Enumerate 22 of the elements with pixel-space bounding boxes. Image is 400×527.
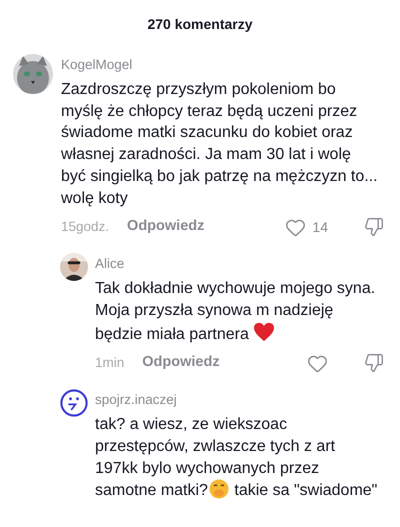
- dislike-button[interactable]: [364, 353, 384, 374]
- like-button[interactable]: [307, 352, 328, 374]
- heart-emoji-icon: [253, 322, 276, 342]
- avatar-icon: [60, 389, 88, 418]
- author-name[interactable]: Alice: [95, 255, 124, 274]
- comments-count: 270 komentarzy: [147, 14, 253, 34]
- thumbs-down-icon: [364, 217, 384, 238]
- heart-icon: [307, 352, 328, 374]
- comment-text: Tak dokładnie wychowuje mojego syna. Moja przyszła synowa m nadzieję będzie miała partnera: [95, 279, 376, 345]
- reply-button[interactable]: Odpowiedz: [142, 352, 220, 374]
- author-name[interactable]: KogelMogel: [61, 56, 132, 74]
- comment-text: tak? a wiesz, ze wiekszoac przestępców, zwlaszcze tych z art 197kk bylo wychowanych przez samotne matki? takie sa "swiadome": [95, 415, 378, 502]
- timestamp: 15godz.: [61, 218, 110, 236]
- reply-button[interactable]: Odpowiedz: [127, 216, 204, 238]
- like-button[interactable]: 14: [285, 216, 328, 238]
- author-name[interactable]: spojrz.inaczej: [95, 391, 177, 410]
- dislike-button[interactable]: [364, 217, 384, 238]
- comment-text: Zazdroszczę przyszłym pokoleniom bo myślę że chłopcy teraz będą uczeni przez świadome matki szacunku do kobiet oraz własnej zaradności. Ja mam 30 lat i wolę być singielką bo jak patrzę na mężczyzn to... wolę koty: [61, 80, 379, 209]
- emoji-icon: [208, 479, 229, 500]
- timestamp: 1min: [95, 354, 124, 372]
- thumbs-down-icon: [364, 353, 384, 374]
- heart-icon: [285, 216, 306, 238]
